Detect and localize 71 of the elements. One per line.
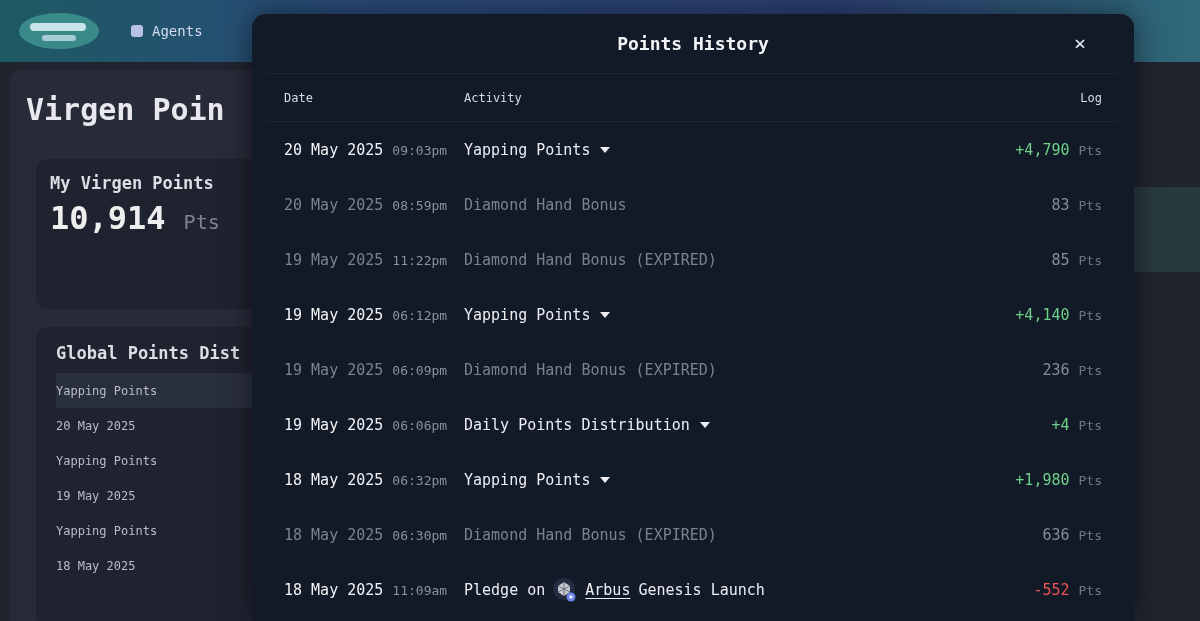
column-header: Date [284, 90, 313, 105]
time-text: 06:32pm [392, 472, 448, 488]
activity-text: Diamond Hand Bonus [464, 195, 627, 214]
points-amount: 636 [1042, 525, 1070, 544]
activity-text: Pledge on [464, 580, 546, 599]
list-item: 20 May 2025 [56, 417, 137, 435]
column-header: Activity [464, 90, 522, 105]
caret-icon[interactable] [600, 311, 611, 318]
date-text: 18 May 2025 [284, 580, 384, 599]
list-item: Yapping Points [56, 373, 252, 408]
points-unit: Pts [1078, 307, 1102, 323]
date-text: 19 May 2025 [284, 360, 384, 379]
time-text: 09:03pm [392, 142, 448, 158]
activity-text: Diamond Hand Bonus (EXPIRED) [464, 250, 717, 269]
caret-icon[interactable] [600, 146, 611, 153]
time-text: 06:09pm [392, 362, 448, 378]
activity-text: Diamond Hand Bonus (EXPIRED) [464, 525, 717, 544]
list-item: 19 May 2025 [56, 487, 137, 505]
date-text: 18 May 2025 [284, 525, 384, 544]
points-amount: 236 [1042, 360, 1070, 379]
date-text: 20 May 2025 [284, 195, 384, 214]
token-link[interactable]: Arbus [585, 580, 631, 599]
date-text: 20 May 2025 [284, 140, 384, 159]
activity-text[interactable]: Daily Points Distribution [464, 415, 690, 434]
section-title: Global Points Dist [56, 343, 242, 363]
points-unit: Pts [1078, 472, 1102, 488]
date-text: 19 May 2025 [284, 415, 384, 434]
points-unit: Pts [1078, 582, 1102, 598]
points-unit: Pts [1078, 197, 1102, 213]
points-unit: Pts [1078, 362, 1102, 378]
list-item: Yapping Points [56, 452, 159, 470]
time-text: 06:30pm [392, 527, 448, 543]
points-amount: +4,790 [1015, 140, 1070, 159]
points-unit: Pts [183, 210, 220, 234]
activity-text[interactable]: Yapping Points [464, 470, 591, 489]
column-header: Log [1080, 90, 1102, 105]
agents-icon [130, 24, 144, 38]
points-amount: -552 [1033, 580, 1070, 599]
activity-text[interactable]: Yapping Points [464, 140, 591, 159]
date-text: 19 May 2025 [284, 250, 384, 269]
points-amount: 85 [1051, 250, 1070, 269]
date-text: 19 May 2025 [284, 305, 384, 324]
dialog-title: Points History [617, 33, 769, 54]
time-text: 08:59pm [392, 197, 448, 213]
close-button[interactable]: × [1069, 32, 1090, 54]
points-unit: Pts [1078, 252, 1102, 268]
caret-icon[interactable] [699, 421, 710, 428]
caret-icon[interactable] [600, 476, 611, 483]
logo-icon [18, 11, 100, 51]
activity-text[interactable]: Yapping Points [464, 305, 591, 324]
token-icon [553, 577, 578, 602]
time-text: 11:09am [392, 582, 448, 598]
points-total: 10,914 [50, 199, 166, 237]
card-title: My Virgen Points [50, 173, 215, 193]
activity-text: Diamond Hand Bonus (EXPIRED) [464, 360, 717, 379]
page-title: Virgen Poin [26, 92, 226, 127]
list-item: 18 May 2025 [56, 557, 137, 575]
nav-link[interactable]: Agents [152, 23, 203, 39]
points-unit: Pts [1078, 142, 1102, 158]
points-amount: 83 [1051, 195, 1070, 214]
points-amount: +4 [1051, 415, 1070, 434]
points-amount: +1,980 [1015, 470, 1070, 489]
date-text: 18 May 2025 [284, 470, 384, 489]
list-item: Yapping Points [56, 522, 159, 540]
points-unit: Pts [1078, 527, 1102, 543]
points-unit: Pts [1078, 417, 1102, 433]
activity-text: Genesis Launch [638, 580, 765, 599]
points-amount: +4,140 [1015, 305, 1070, 324]
time-text: 11:22pm [392, 252, 448, 268]
time-text: 06:12pm [392, 307, 448, 323]
time-text: 06:06pm [392, 417, 448, 433]
